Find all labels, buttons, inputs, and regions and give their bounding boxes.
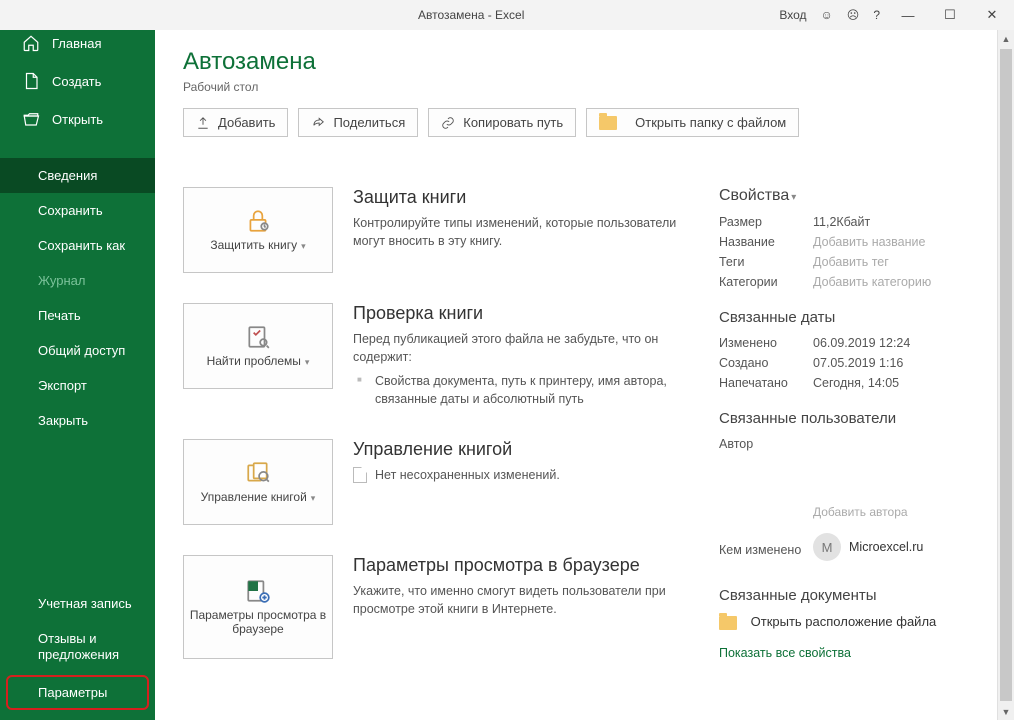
prop-created: Создано07.05.2019 1:16 — [719, 356, 969, 370]
folder-icon — [719, 616, 737, 630]
sidebar-item-options[interactable]: Параметры — [6, 675, 149, 710]
browser-tile[interactable]: X Параметры просмотра в браузере — [183, 555, 333, 659]
sidebar-item-saveas[interactable]: Сохранить как — [0, 228, 155, 263]
prop-title[interactable]: НазваниеДобавить название — [719, 235, 969, 249]
page-subtitle: Рабочий стол — [183, 80, 969, 94]
inspect-intro: Перед публикацией этого файла не забудьт… — [353, 332, 658, 364]
prop-printed: НапечатаноСегодня, 14:05 — [719, 376, 969, 390]
maximize-button[interactable]: ☐ — [936, 7, 964, 23]
upload-icon — [196, 116, 210, 130]
scroll-up-icon[interactable]: ▲ — [998, 30, 1014, 47]
add-author[interactable]: Добавить автора — [813, 505, 969, 519]
manage-text: Нет несохраненных изменений. — [375, 468, 560, 482]
browser-icon: X — [243, 578, 273, 604]
sidebar-item-history: Журнал — [0, 263, 155, 298]
login-link[interactable]: Вход — [779, 8, 806, 22]
inspect-section: Найти проблемы▾ Проверка книги Перед пуб… — [183, 303, 683, 409]
close-button[interactable]: ✕ — [978, 7, 1006, 23]
properties-head[interactable]: Свойства▾ — [719, 187, 969, 205]
browser-text: Укажите, что именно смогут видеть пользо… — [353, 582, 683, 618]
scroll-thumb[interactable] — [1000, 49, 1012, 701]
svg-text:X: X — [251, 581, 256, 590]
sidebar-item-close[interactable]: Закрыть — [0, 403, 155, 438]
sidebar-item-feedback[interactable]: Отзывы и предложения — [0, 621, 155, 674]
inspect-tile[interactable]: Найти проблемы▾ — [183, 303, 333, 389]
prop-tags[interactable]: ТегиДобавить тег — [719, 255, 969, 269]
sidebar-item-open[interactable]: Открыть — [0, 100, 155, 138]
manage-icon — [243, 460, 273, 486]
author-placeholder — [813, 457, 933, 501]
help-icon[interactable]: ? — [873, 8, 880, 22]
show-all-props[interactable]: Показать все свойства — [719, 646, 969, 660]
copy-path-button[interactable]: Копировать путь — [428, 108, 576, 137]
lock-icon — [243, 208, 273, 234]
prop-author: Автор — [719, 437, 969, 451]
scroll-down-icon[interactable]: ▼ — [998, 703, 1014, 720]
titlebar: Автозамена - Excel Вход ☺ ☹ ? — ☐ ✕ — [0, 0, 1014, 30]
inspect-title: Проверка книги — [353, 303, 683, 324]
sidebar-item-save[interactable]: Сохранить — [0, 193, 155, 228]
smile-icon[interactable]: ☺ — [821, 8, 833, 22]
avatar: M — [813, 533, 841, 561]
vertical-scrollbar[interactable]: ▲ ▼ — [997, 30, 1014, 720]
manage-title: Управление книгой — [353, 439, 683, 460]
protect-title: Защита книги — [353, 187, 683, 208]
sidebar-item-print[interactable]: Печать — [0, 298, 155, 333]
sidebar-item-account[interactable]: Учетная запись — [0, 586, 155, 621]
browser-title: Параметры просмотра в браузере — [353, 555, 683, 576]
docs-head: Связанные документы — [719, 587, 969, 604]
sidebar: Главная Создать Открыть Сведения Сохрани… — [0, 30, 155, 720]
prop-lastmod: Кем изменено M Microexcel.ru — [719, 533, 969, 567]
sidebar-item-export[interactable]: Экспорт — [0, 368, 155, 403]
minimize-button[interactable]: — — [894, 8, 922, 23]
file-icon — [22, 72, 40, 90]
open-location[interactable]: Открыть расположение файла — [719, 614, 969, 630]
manage-section: Управление книгой▾ Управление книгой Нет… — [183, 439, 683, 525]
protect-text: Контролируйте типы изменений, которые по… — [353, 214, 683, 250]
protect-section: Защитить книгу▾ Защита книги Контролируй… — [183, 187, 683, 273]
users-head: Связанные пользователи — [719, 410, 969, 427]
inspect-bullet: Свойства документа, путь к принтеру, имя… — [353, 372, 683, 408]
open-folder-button[interactable]: Открыть папку с файлом — [586, 108, 799, 137]
action-row: Добавить Поделиться Копировать путь Откр… — [183, 108, 969, 137]
sidebar-item-share[interactable]: Общий доступ — [0, 333, 155, 368]
inspect-icon — [243, 324, 273, 350]
content-area: Автозамена Рабочий стол Добавить Поделит… — [155, 30, 997, 720]
dates-head: Связанные даты — [719, 309, 969, 326]
link-icon — [441, 116, 455, 130]
prop-size: Размер11,2Кбайт — [719, 215, 969, 229]
manage-tile[interactable]: Управление книгой▾ — [183, 439, 333, 525]
upload-button[interactable]: Добавить — [183, 108, 288, 137]
folder-open-icon — [22, 110, 40, 128]
page-title: Автозамена — [183, 48, 969, 76]
sidebar-item-home[interactable]: Главная — [0, 30, 155, 62]
window-title: Автозамена - Excel — [163, 8, 779, 22]
prop-modified: Изменено06.09.2019 12:24 — [719, 336, 969, 350]
sad-icon[interactable]: ☹ — [847, 8, 860, 22]
protect-tile[interactable]: Защитить книгу▾ — [183, 187, 333, 273]
home-icon — [22, 34, 40, 52]
doc-icon — [353, 467, 367, 483]
share-button[interactable]: Поделиться — [298, 108, 418, 137]
sidebar-item-new[interactable]: Создать — [0, 62, 155, 100]
browser-section: X Параметры просмотра в браузере Парамет… — [183, 555, 683, 659]
share-icon — [311, 116, 325, 130]
prop-categories[interactable]: КатегорииДобавить категорию — [719, 275, 969, 289]
sidebar-item-info[interactable]: Сведения — [0, 158, 155, 193]
folder-icon — [599, 116, 617, 130]
